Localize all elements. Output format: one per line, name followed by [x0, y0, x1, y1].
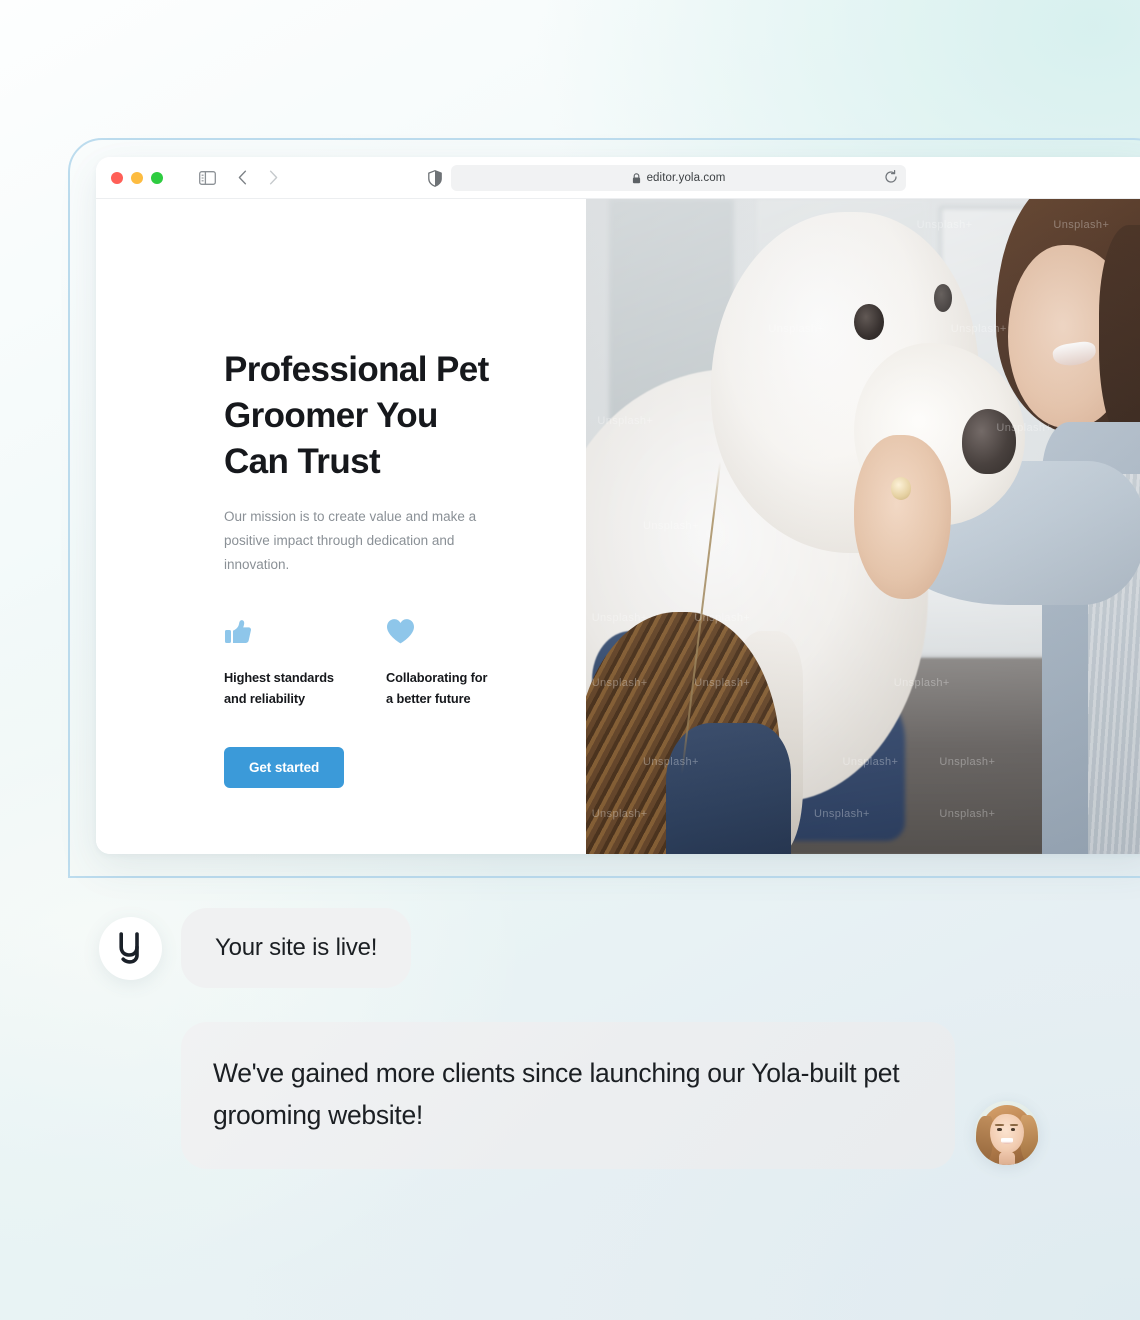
get-started-button[interactable]: Get started — [224, 746, 345, 788]
feature-list: Highest standards and reliability Collab… — [224, 618, 554, 710]
chevron-left-icon[interactable] — [238, 170, 247, 185]
chat-message-row: Your site is live! — [99, 908, 412, 988]
browser-window: editor.yola.com Professional Pet Groomer… — [96, 157, 1140, 854]
user-photo-avatar — [975, 1100, 1039, 1165]
feature-item: Highest standards and reliability — [224, 618, 386, 710]
page-title: Professional Pet Groomer You Can Trust — [224, 350, 489, 482]
hero-subtitle: Our mission is to create value and make … — [224, 508, 477, 572]
hero-image: Unsplash+ Unsplash+ Unsplash+ Unsplash+ … — [586, 199, 1140, 854]
chat-bubble: Your site is live! — [181, 908, 412, 988]
browser-toolbar: editor.yola.com — [96, 157, 1140, 199]
feature-label: Collaborating for a better future — [386, 669, 488, 707]
feature-item: Collaborating for a better future — [386, 618, 548, 710]
minimize-button[interactable] — [131, 171, 143, 184]
address-bar[interactable]: editor.yola.com — [451, 165, 906, 191]
chat-bubble: We've gained more clients since launchin… — [181, 1022, 955, 1169]
hero-text-column: Professional Pet Groomer You Can Trust O… — [96, 199, 586, 854]
chat-message-row: We've gained more clients since launchin… — [181, 1022, 1039, 1169]
reload-icon[interactable] — [884, 170, 898, 184]
hero-content: Professional Pet Groomer You Can Trust O… — [224, 347, 554, 788]
yola-logo-avatar — [99, 916, 162, 980]
sidebar-toggle-icon[interactable] — [199, 170, 216, 185]
thumbs-up-icon — [224, 618, 386, 648]
website-preview: Professional Pet Groomer You Can Trust O… — [96, 199, 1140, 854]
shield-icon[interactable] — [428, 157, 442, 199]
feature-label: Highest standards and reliability — [224, 669, 334, 707]
page-root: editor.yola.com Professional Pet Groomer… — [0, 0, 1140, 1320]
yola-y-glyph — [118, 932, 139, 964]
lock-icon — [632, 172, 641, 184]
heart-icon — [386, 618, 548, 648]
navigation-controls — [199, 170, 278, 185]
maximize-button[interactable] — [151, 171, 163, 184]
chevron-right-icon[interactable] — [269, 170, 278, 185]
close-button[interactable] — [111, 171, 123, 184]
address-bar-text: editor.yola.com — [646, 172, 726, 184]
window-controls — [111, 171, 163, 184]
